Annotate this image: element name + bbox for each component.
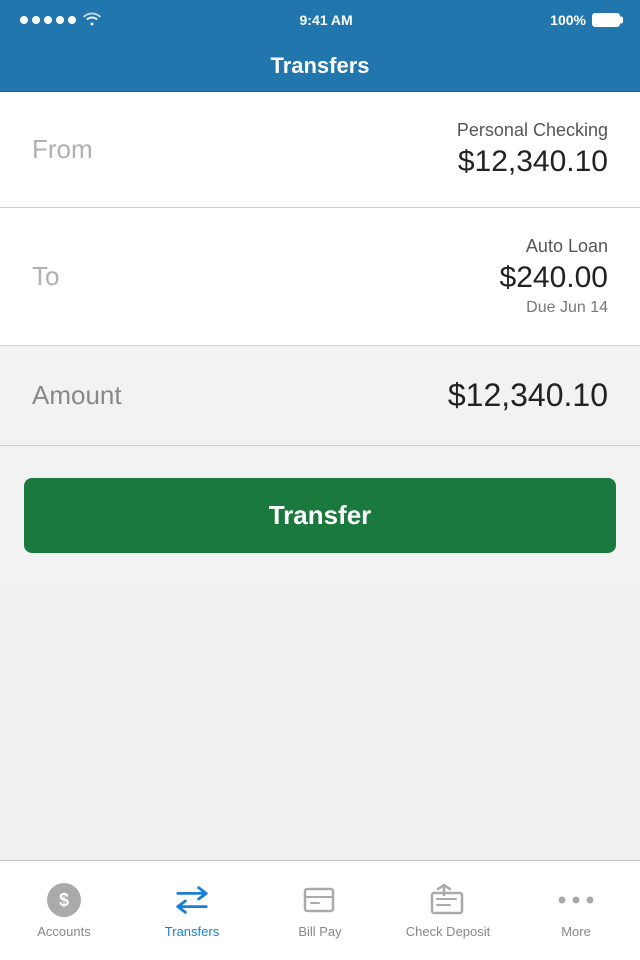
status-bar: 9:41 AM 100% (0, 0, 640, 40)
tab-transfers[interactable]: Transfers (128, 861, 256, 960)
status-time: 9:41 AM (300, 12, 353, 28)
transfers-icon (174, 882, 210, 918)
status-left (20, 10, 102, 31)
to-due-date: Due Jun 14 (500, 299, 608, 317)
battery-fill (594, 15, 618, 25)
to-value: Auto Loan $240.00 Due Jun 14 (500, 236, 608, 317)
battery-icon (592, 13, 620, 27)
to-row[interactable]: To Auto Loan $240.00 Due Jun 14 (0, 208, 640, 346)
button-area: Transfer (0, 446, 640, 585)
from-label: From (32, 134, 93, 165)
amount-label: Amount (32, 380, 122, 411)
tab-transfers-label: Transfers (165, 924, 219, 939)
tab-billpay-label: Bill Pay (298, 924, 341, 939)
battery-percent: 100% (550, 12, 586, 28)
signal-dot-4 (56, 16, 64, 24)
accounts-icon: $ (46, 882, 82, 918)
battery-container (592, 13, 620, 27)
wifi-icon (82, 10, 102, 31)
signal-dot-2 (32, 16, 40, 24)
tab-billpay[interactable]: Bill Pay (256, 861, 384, 960)
tab-accounts-label: Accounts (37, 924, 90, 939)
page-title: Transfers (270, 53, 369, 79)
from-value: Personal Checking $12,340.10 (457, 120, 608, 179)
tab-accounts[interactable]: $ Accounts (0, 861, 128, 960)
tab-more-label: More (561, 924, 591, 939)
more-icon (558, 882, 594, 918)
to-label: To (32, 261, 59, 292)
amount-row[interactable]: Amount $12,340.10 (0, 346, 640, 446)
signal-dots (20, 16, 76, 24)
tab-checkdeposit-label: Check Deposit (406, 924, 491, 939)
signal-dot-1 (20, 16, 28, 24)
nav-bar: Transfers (0, 40, 640, 92)
transfer-button[interactable]: Transfer (24, 478, 616, 553)
to-account-amount: $240.00 (500, 261, 608, 295)
from-account-name: Personal Checking (457, 120, 608, 141)
tab-checkdeposit[interactable]: Check Deposit (384, 861, 512, 960)
billpay-icon (302, 882, 338, 918)
to-account-name: Auto Loan (500, 236, 608, 257)
signal-dot-3 (44, 16, 52, 24)
checkdeposit-icon (430, 882, 466, 918)
amount-value: $12,340.10 (448, 377, 608, 414)
from-row[interactable]: From Personal Checking $12,340.10 (0, 92, 640, 208)
from-account-amount: $12,340.10 (457, 145, 608, 179)
svg-text:$: $ (59, 890, 69, 910)
status-right: 100% (550, 12, 620, 28)
signal-dot-5 (68, 16, 76, 24)
tab-bar: $ Accounts Transfers Bill Pay (0, 860, 640, 960)
tab-more[interactable]: More (512, 861, 640, 960)
